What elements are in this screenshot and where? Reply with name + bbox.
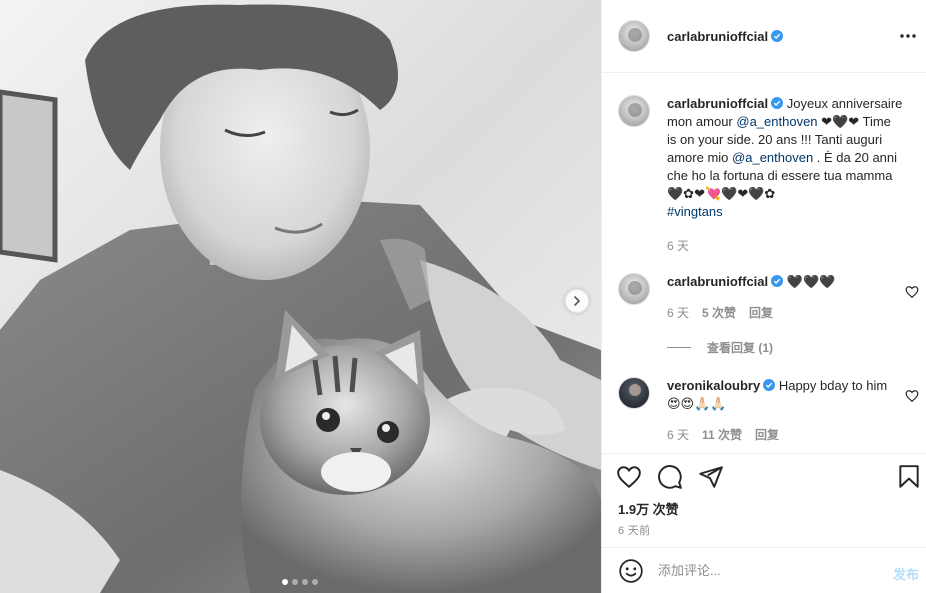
- more-icon[interactable]: [898, 26, 918, 46]
- caption-avatar[interactable]: [618, 95, 650, 127]
- comment-likes[interactable]: 5 次赞: [702, 304, 736, 322]
- comment-item: carlabrunioffcial 🖤🖤🖤 6 天 5 次赞 回复: [618, 273, 919, 322]
- reply-button[interactable]: 回复: [749, 304, 773, 322]
- carousel-dot: [312, 579, 318, 585]
- comment-username[interactable]: veronikaloubry: [667, 378, 760, 393]
- photo-image: [0, 0, 601, 593]
- comment-avatar[interactable]: [618, 273, 650, 305]
- chevron-right-icon: [574, 296, 581, 306]
- caption-username[interactable]: carlabrunioffcial: [667, 96, 768, 111]
- carousel-dot: [302, 579, 308, 585]
- comment-like-heart-icon[interactable]: [905, 389, 919, 403]
- carousel-dot: [292, 579, 298, 585]
- verified-icon: [771, 275, 784, 287]
- reply-button[interactable]: 回复: [755, 426, 779, 444]
- post-header: carlabrunioffcial: [602, 0, 926, 73]
- comment-input[interactable]: [658, 563, 873, 578]
- author-avatar[interactable]: [618, 20, 650, 52]
- hashtag-link[interactable]: #vingtans: [667, 204, 723, 219]
- emoji-icon[interactable]: [618, 558, 644, 584]
- mention-link[interactable]: @a_enthoven: [732, 150, 813, 165]
- post-actions: 1.9万 次赞 6 天前: [602, 453, 926, 547]
- heart-icon[interactable]: [616, 464, 642, 490]
- comment-avatar[interactable]: [618, 377, 650, 409]
- add-comment-bar: 发布: [602, 547, 926, 593]
- comment-text: 🖤🖤🖤: [786, 274, 836, 289]
- posted-time[interactable]: 6 天前: [618, 522, 650, 538]
- comment-time[interactable]: 6 天: [667, 304, 689, 322]
- caption-time[interactable]: 6 天: [667, 237, 689, 255]
- verified-icon: [771, 97, 784, 109]
- post-side-panel: carlabrunioffcial carlabrunioffcial Joye…: [601, 0, 926, 593]
- caption: carlabrunioffcial Joyeux anniversaire mo…: [618, 95, 918, 255]
- comment-like-heart-icon[interactable]: [905, 285, 919, 299]
- view-replies-label: 查看回复 (1): [707, 341, 774, 355]
- view-replies-button[interactable]: 查看回复 (1): [667, 339, 773, 356]
- mention-link[interactable]: @a_enthoven: [736, 114, 817, 129]
- comment-item: veronikaloubry Happy bday to him 😍😍🙏🏻🙏🏻 …: [618, 377, 919, 444]
- post-photo[interactable]: [0, 0, 601, 593]
- carousel-dot: [282, 579, 288, 585]
- carousel-indicator: [282, 579, 318, 585]
- verified-icon: [763, 379, 776, 391]
- comment-icon[interactable]: [657, 464, 683, 490]
- carousel-next-button[interactable]: [565, 289, 589, 313]
- verified-icon: [771, 30, 784, 42]
- likes-count[interactable]: 1.9万 次赞: [618, 499, 679, 518]
- comment-time[interactable]: 6 天: [667, 426, 689, 444]
- comment-username[interactable]: carlabrunioffcial: [667, 274, 768, 289]
- comments-list[interactable]: carlabrunioffcial Joyeux anniversaire mo…: [602, 73, 926, 453]
- share-icon[interactable]: [698, 464, 724, 490]
- instagram-post-modal: carlabrunioffcial carlabrunioffcial Joye…: [0, 0, 926, 593]
- post-comment-button[interactable]: 发布: [893, 564, 919, 583]
- reply-divider: [667, 347, 691, 348]
- comment-likes[interactable]: 11 次赞: [702, 426, 742, 444]
- author-username[interactable]: carlabrunioffcial: [667, 29, 768, 44]
- bookmark-icon[interactable]: [896, 464, 922, 490]
